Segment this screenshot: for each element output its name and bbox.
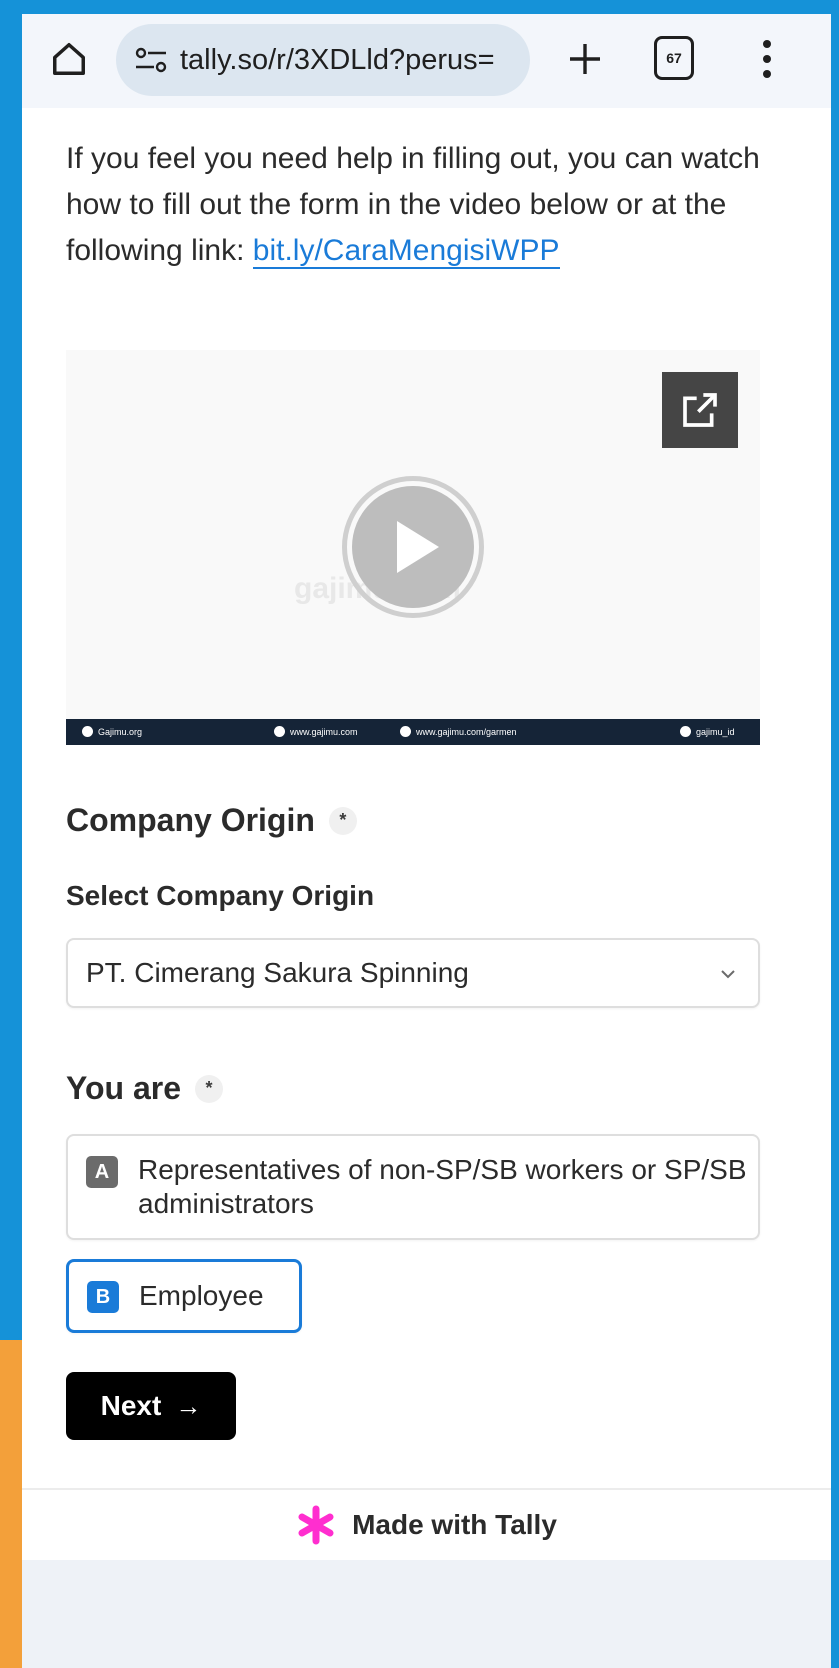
address-bar[interactable]: tally.so/r/3XDLld?perus=	[116, 24, 530, 96]
vb-facebook: Gajimu.org	[82, 726, 142, 737]
site-settings-icon[interactable]	[134, 45, 168, 75]
home-button[interactable]	[46, 36, 92, 82]
chevron-down-icon	[721, 970, 735, 979]
globe-icon	[274, 726, 285, 737]
company-origin-selected: PT. Cimerang Sakura Spinning	[86, 957, 469, 988]
company-origin-select[interactable]: PT. Cimerang Sakura Spinning	[66, 938, 760, 1008]
made-with-tally-footer[interactable]: Made with Tally	[22, 1488, 831, 1560]
plus-icon	[570, 44, 600, 74]
company-origin-title: Company Origin *	[66, 802, 357, 839]
option-key-b: B	[87, 1281, 119, 1313]
required-indicator: *	[195, 1074, 223, 1103]
option-label: Representatives of non-SP/SB workers or …	[138, 1154, 747, 1219]
tally-star-icon	[298, 1505, 334, 1545]
menu-dot-icon	[763, 55, 771, 63]
play-button[interactable]	[342, 476, 484, 618]
url-text: tally.so/r/3XDLld?perus=	[180, 43, 495, 76]
company-origin-title-text: Company Origin	[66, 802, 315, 838]
option-label: Employee	[139, 1280, 264, 1311]
you-are-title: You are *	[66, 1070, 223, 1107]
new-tab-button[interactable]	[560, 34, 610, 84]
browser-toolbar: tally.so/r/3XDLld?perus= 67	[22, 14, 831, 108]
vb-site: www.gajimu.com	[274, 726, 358, 737]
frame-left-orange	[0, 1340, 22, 1668]
instagram-icon	[680, 726, 691, 737]
next-button[interactable]: Next →	[66, 1372, 236, 1440]
menu-dot-icon	[763, 40, 771, 48]
intro-text: If you feel you need help in filling out…	[66, 136, 766, 274]
phone-screen: tally.so/r/3XDLld?perus= 67 If you feel …	[22, 14, 831, 1668]
play-disc	[352, 486, 474, 608]
required-indicator: *	[328, 806, 357, 835]
open-external-button[interactable]	[662, 372, 738, 448]
option-representatives[interactable]: A Representatives of non-SP/SB workers o…	[66, 1134, 760, 1240]
frame-right	[831, 0, 839, 1668]
facebook-icon	[82, 726, 93, 737]
select-company-origin-label: Select Company Origin	[66, 880, 375, 911]
bottom-bar	[22, 1560, 831, 1668]
next-button-label: Next	[100, 1390, 162, 1421]
arrow-right-icon: →	[175, 1390, 202, 1421]
play-icon	[397, 521, 439, 573]
vb-site-garmen: www.gajimu.com/garmen	[400, 726, 517, 737]
option-employee[interactable]: B Employee	[66, 1259, 302, 1333]
tab-count: 67	[666, 50, 682, 66]
option-key-a: A	[86, 1156, 118, 1188]
you-are-title-text: You are	[66, 1070, 181, 1106]
vb-instagram-text: gajimu_id	[696, 726, 735, 737]
help-link[interactable]: bit.ly/CaraMengisiWPP	[252, 234, 560, 269]
open-external-icon	[683, 393, 717, 427]
tab-switcher-button[interactable]: 67	[654, 36, 694, 80]
home-icon	[53, 43, 85, 75]
globe-icon	[400, 726, 411, 737]
vb-facebook-text: Gajimu.org	[98, 726, 143, 737]
frame-top	[0, 0, 839, 14]
vb-instagram: gajimu_id	[680, 726, 735, 737]
menu-dot-icon	[763, 70, 771, 78]
browser-menu-button[interactable]	[752, 34, 782, 84]
vb-site-garmen-text: www.gajimu.com/garmen	[416, 726, 517, 737]
footer-text: Made with Tally	[352, 1509, 557, 1540]
video-embed[interactable]: gajimu.com Gajimu.org www.gajimu.com www…	[66, 350, 760, 745]
video-info-bar: Gajimu.org www.gajimu.com www.gajimu.com…	[66, 719, 760, 745]
vb-site-text: www.gajimu.com	[290, 726, 358, 737]
